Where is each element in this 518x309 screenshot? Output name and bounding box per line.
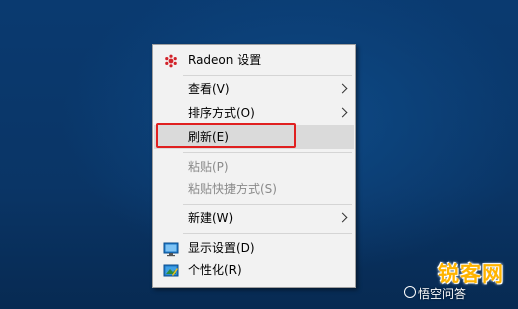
chevron-right-icon: [337, 83, 348, 94]
menu-item-label: 粘贴快捷方式(S): [188, 182, 277, 196]
menu-item-new[interactable]: 新建(W): [154, 208, 354, 229]
menu-item-radeon-settings[interactable]: Radeon 设置: [154, 50, 354, 71]
menu-separator: [183, 152, 352, 153]
menu-item-label: 新建(W): [188, 211, 234, 225]
menu-item-label: 个性化(R): [188, 263, 242, 277]
menu-item-display-settings[interactable]: 显示设置(D): [154, 238, 354, 259]
menu-item-sort-by[interactable]: 排序方式(O): [154, 103, 354, 124]
menu-item-personalize[interactable]: 个性化(R): [154, 260, 354, 281]
chevron-right-icon: [337, 212, 348, 223]
display-icon: [163, 241, 179, 257]
menu-separator: [183, 75, 352, 76]
menu-item-label: 查看(V): [188, 82, 230, 96]
watermark-brand: 锐客网: [438, 262, 504, 286]
menu-item-paste: 粘贴(P): [154, 157, 354, 178]
radeon-icon: [163, 53, 179, 69]
refresh-highlight-box: [156, 123, 296, 148]
menu-item-label: 排序方式(O): [188, 106, 255, 120]
chevron-right-icon: [337, 107, 348, 118]
menu-item-label: Radeon 设置: [188, 53, 262, 67]
menu-item-label: 显示设置(D): [188, 241, 255, 255]
watermark-subtitle: 悟空问答: [418, 287, 467, 301]
menu-item-view[interactable]: 查看(V): [154, 79, 354, 100]
menu-separator: [183, 233, 352, 234]
personalize-icon: [163, 263, 179, 279]
menu-separator: [183, 204, 352, 205]
desktop-context-menu: Radeon 设置 查看(V) 排序方式(O) 刷新(E) 粘贴(P) 粘贴快捷…: [152, 44, 356, 288]
menu-item-paste-shortcut: 粘贴快捷方式(S): [154, 179, 354, 200]
watermark-logo-icon: [404, 286, 416, 298]
menu-item-label: 粘贴(P): [188, 160, 229, 174]
